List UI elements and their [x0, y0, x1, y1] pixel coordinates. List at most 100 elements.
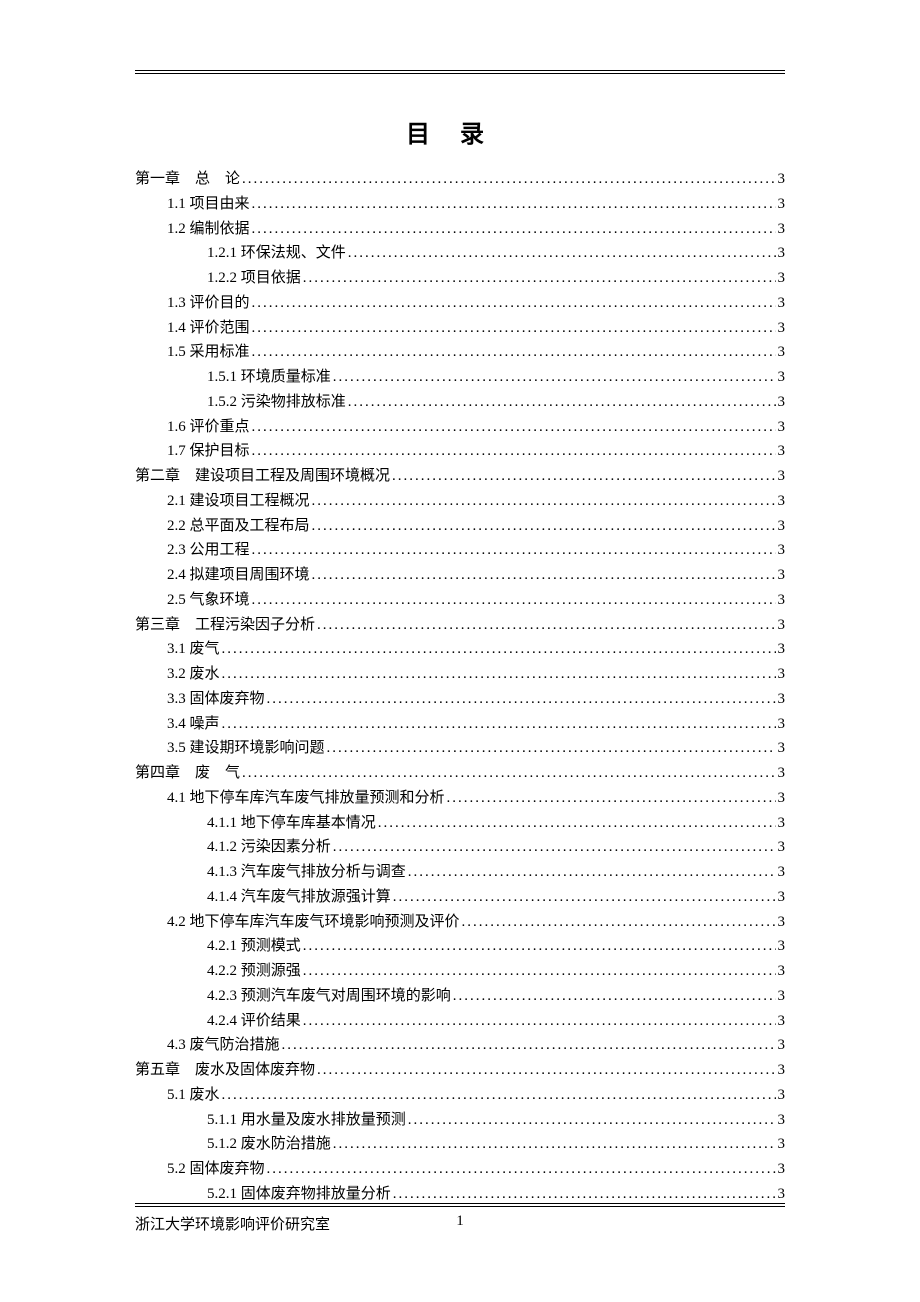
toc-entry: 1.5.2 污染物排放标准3	[135, 390, 785, 415]
toc-leader-dots	[393, 885, 776, 910]
toc-entry: 1.5 采用标准3	[135, 340, 785, 365]
toc-entry-page: 3	[778, 365, 786, 390]
toc-entry: 4.1.4 汽车废气排放源强计算3	[135, 885, 785, 910]
toc-entry-page: 3	[778, 415, 786, 440]
toc-leader-dots	[252, 415, 776, 440]
toc-leader-dots	[333, 365, 776, 390]
toc-entry-page: 3	[778, 959, 786, 984]
page-footer: 浙江大学环境影响评价研究室 1	[135, 1203, 785, 1234]
toc-entry-page: 3	[778, 563, 786, 588]
toc-list: 第一章 总 论31.1 项目由来31.2 编制依据31.2.1 环保法规、文件3…	[135, 167, 785, 1207]
toc-leader-dots	[222, 1083, 776, 1108]
toc-leader-dots	[303, 1009, 776, 1034]
toc-entry-page: 3	[778, 192, 786, 217]
toc-leader-dots	[252, 588, 776, 613]
toc-entry-label: 1.5.2 污染物排放标准	[207, 390, 346, 415]
document-page: 目录 第一章 总 论31.1 项目由来31.2 编制依据31.2.1 环保法规、…	[0, 0, 920, 1302]
toc-entry-label: 2.5 气象环境	[167, 588, 250, 613]
toc-entry-label: 2.4 拟建项目周围环境	[167, 563, 310, 588]
toc-leader-dots	[252, 340, 776, 365]
toc-entry: 3.5 建设期环境影响问题3	[135, 736, 785, 761]
footer-rule-thick	[135, 1206, 785, 1207]
toc-entry-page: 3	[778, 1157, 786, 1182]
toc-leader-dots	[303, 959, 776, 984]
toc-entry-page: 3	[778, 1132, 786, 1157]
toc-leader-dots	[267, 1157, 776, 1182]
footer-rule-thin	[135, 1203, 785, 1204]
toc-entry-page: 3	[778, 217, 786, 242]
toc-entry: 1.2.2 项目依据 3	[135, 266, 785, 291]
toc-entry-page: 3	[778, 439, 786, 464]
toc-entry-label: 第四章 废 气	[135, 761, 240, 786]
toc-entry: 3.1 废气3	[135, 637, 785, 662]
toc-leader-dots	[378, 811, 776, 836]
toc-entry-page: 3	[778, 712, 786, 737]
toc-entry-label: 4.2.3 预测汽车废气对周围环境的影响	[207, 984, 451, 1009]
toc-leader-dots	[348, 241, 776, 266]
toc-entry-label: 1.2.2 项目依据	[207, 266, 301, 291]
toc-entry-page: 3	[778, 1009, 786, 1034]
toc-leader-dots	[447, 786, 776, 811]
toc-entry: 4.3 废气防治措施3	[135, 1033, 785, 1058]
toc-leader-dots	[408, 860, 776, 885]
toc-entry-page: 3	[778, 266, 786, 291]
toc-entry-label: 1.3 评价目的	[167, 291, 250, 316]
toc-entry-label: 4.1.4 汽车废气排放源强计算	[207, 885, 391, 910]
toc-entry: 1.2.1 环保法规、文件 3	[135, 241, 785, 266]
toc-title: 目录	[135, 114, 785, 149]
toc-entry: 4.1.3 汽车废气排放分析与调查3	[135, 860, 785, 885]
toc-leader-dots	[462, 910, 776, 935]
toc-leader-dots	[242, 167, 775, 192]
toc-entry-page: 3	[778, 588, 786, 613]
toc-entry-page: 3	[778, 835, 786, 860]
toc-leader-dots	[327, 736, 776, 761]
toc-entry: 5.1 废水3	[135, 1083, 785, 1108]
toc-entry: 1.2 编制依据 3	[135, 217, 785, 242]
header-rule-thin	[135, 73, 785, 74]
toc-entry-label: 4.2.4 评价结果	[207, 1009, 301, 1034]
toc-leader-dots	[317, 1058, 775, 1083]
toc-entry-label: 5.1.1 用水量及废水排放量预测	[207, 1108, 406, 1133]
toc-entry: 4.1.1 地下停车库基本情况3	[135, 811, 785, 836]
header-rule-thick	[135, 70, 785, 71]
toc-entry-page: 3	[778, 613, 786, 638]
toc-entry-page: 3	[778, 736, 786, 761]
toc-entry-label: 1.2 编制依据	[167, 217, 250, 242]
toc-entry-page: 3	[778, 241, 786, 266]
toc-entry-label: 1.4 评价范围	[167, 316, 250, 341]
toc-entry: 1.1 项目由来3	[135, 192, 785, 217]
toc-entry-page: 3	[778, 811, 786, 836]
toc-leader-dots	[222, 637, 776, 662]
toc-entry-label: 3.4 噪声	[167, 712, 220, 737]
toc-entry: 2.4 拟建项目周围环境 3	[135, 563, 785, 588]
toc-leader-dots	[303, 934, 776, 959]
toc-entry: 3.2 废水3	[135, 662, 785, 687]
toc-entry-label: 1.2.1 环保法规、文件	[207, 241, 346, 266]
toc-entry: 4.2.3 预测汽车废气对周围环境的影响 3	[135, 984, 785, 1009]
toc-leader-dots	[222, 662, 776, 687]
toc-entry-page: 3	[778, 984, 786, 1009]
toc-leader-dots	[252, 291, 776, 316]
toc-leader-dots	[312, 563, 776, 588]
toc-entry-label: 3.3 固体废弃物	[167, 687, 265, 712]
toc-leader-dots	[252, 538, 776, 563]
toc-entry-page: 3	[778, 167, 786, 192]
toc-leader-dots	[333, 835, 776, 860]
toc-entry: 第四章 废 气3	[135, 761, 785, 786]
toc-entry: 2.2 总平面及工程布局3	[135, 514, 785, 539]
toc-entry-label: 1.5 采用标准	[167, 340, 250, 365]
toc-leader-dots	[303, 266, 776, 291]
toc-entry-label: 4.1.2 污染因素分析	[207, 835, 331, 860]
toc-entry-label: 2.3 公用工程	[167, 538, 250, 563]
toc-leader-dots	[282, 1033, 776, 1058]
toc-entry: 4.2.1 预测模式3	[135, 934, 785, 959]
toc-leader-dots	[267, 687, 776, 712]
toc-entry-label: 2.1 建设项目工程概况	[167, 489, 310, 514]
footer-page-number: 1	[456, 1213, 464, 1230]
toc-entry: 第三章 工程污染因子分析3	[135, 613, 785, 638]
toc-entry-label: 5.1 废水	[167, 1083, 220, 1108]
toc-leader-dots	[222, 712, 776, 737]
toc-entry-label: 5.2 固体废弃物	[167, 1157, 265, 1182]
toc-entry: 4.1.2 污染因素分析 3	[135, 835, 785, 860]
toc-entry-label: 2.2 总平面及工程布局	[167, 514, 310, 539]
